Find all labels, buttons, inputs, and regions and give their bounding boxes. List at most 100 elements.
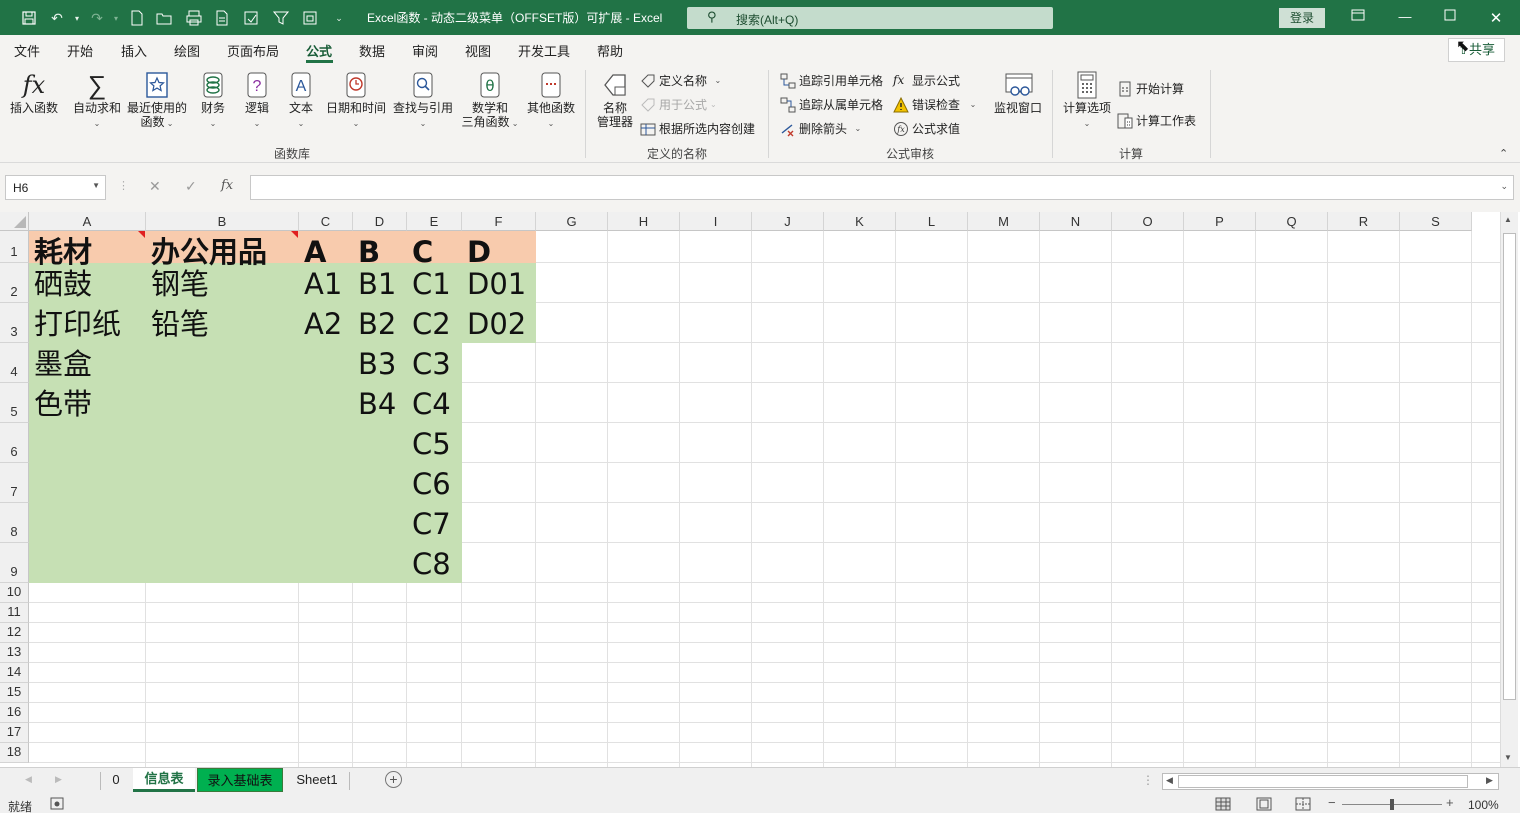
column-header-a[interactable]: A [29,212,146,231]
remove-arrows-button[interactable]: 删除箭头 ⌄ [780,120,861,137]
filter-icon[interactable] [272,9,290,27]
column-header-q[interactable]: Q [1256,212,1328,231]
horizontal-scroll-thumb[interactable] [1178,775,1468,788]
show-formulas-button[interactable]: fx 显示公式 [893,72,960,89]
tab-split-grip-icon[interactable]: ⋮ [1142,773,1154,787]
calculate-now-button[interactable]: 开始计算 [1117,80,1184,97]
scroll-up-icon[interactable]: ▲ [1504,215,1512,224]
cell-e9[interactable]: C8 [407,544,451,584]
zoom-out-icon[interactable]: − [1328,795,1336,810]
row-header-11[interactable]: 11 [0,603,29,623]
login-button[interactable]: 登录 [1279,8,1325,28]
column-header-r[interactable]: R [1328,212,1400,231]
name-manager-button[interactable]: 名称 管理器 [594,71,636,129]
zoom-in-icon[interactable]: + [1446,795,1454,810]
row-header-9[interactable]: 9 [0,543,29,583]
trace-dependents-button[interactable]: 追踪从属单元格 [780,96,883,113]
print-preview-icon[interactable] [185,9,203,27]
tab-data[interactable]: 数据 [359,41,385,60]
cell-c2[interactable]: A1 [299,264,342,304]
name-box-dropdown-icon[interactable]: ▼ [92,181,100,190]
cell-d3[interactable]: B2 [353,304,396,344]
math-trig-button[interactable]: θ 数学和 三角函数 ⌄ [459,71,521,131]
row-header-14[interactable]: 14 [0,663,29,683]
macro-record-icon[interactable] [50,797,64,813]
tab-help[interactable]: 帮助 [597,41,623,60]
trace-precedents-button[interactable]: 追踪引用单元格 [780,72,883,89]
search-box[interactable]: ⚲ 搜索(Alt+Q) [687,7,1053,29]
row-header-6[interactable]: 6 [0,423,29,463]
tab-file[interactable]: 文件 [14,41,40,60]
name-box[interactable]: H6 ▼ [5,175,106,200]
prev-sheet-icon[interactable]: ◀ [25,774,32,785]
cancel-entry-icon[interactable]: ✕ [149,178,161,195]
column-header-s[interactable]: S [1400,212,1472,231]
row-header-17[interactable]: 17 [0,723,29,743]
cell-c3[interactable]: A2 [299,304,342,344]
redo-icon[interactable]: ↷ [88,9,106,27]
customize-quick-access-icon[interactable]: ⌄ [330,9,348,27]
vertical-scrollbar[interactable]: ▲ ▼ [1500,212,1518,767]
cell-d4[interactable]: B3 [353,344,396,384]
tab-review[interactable]: 审阅 [412,41,438,60]
column-header-l[interactable]: L [896,212,968,231]
tab-formulas[interactable]: 公式 [306,41,332,60]
cell-a3[interactable]: 打印纸 [29,304,121,344]
row-header-18[interactable]: 18 [0,743,29,763]
insert-function-fx-button[interactable]: fx [221,178,233,193]
tab-page-layout[interactable]: 页面布局 [227,41,279,60]
row-header-3[interactable]: 3 [0,303,29,343]
undo-icon[interactable]: ↶ [48,9,66,27]
insert-function-button[interactable]: fx 插入函数 [8,71,60,115]
open-folder-icon[interactable] [155,9,173,27]
cell-a2[interactable]: 硒鼓 [29,264,92,304]
tab-developer[interactable]: 开发工具 [518,41,570,60]
row-header-2[interactable]: 2 [0,263,29,303]
row-header-8[interactable]: 8 [0,503,29,543]
page-break-view-icon[interactable] [1295,797,1311,814]
error-checking-button[interactable]: 错误检查 ⌄ [893,96,976,113]
formula-input[interactable]: ⌄ [250,175,1514,200]
tab-insert[interactable]: 插入 [121,41,147,60]
worksheet-grid[interactable]: ABCDEFGHIJKLMNOPQRS 1 2 3 4 5 6 7 8 9 10 11 12 13 14 1… [0,212,1520,767]
save-icon[interactable] [20,9,38,27]
vertical-scroll-thumb[interactable] [1503,233,1516,700]
row-header-15[interactable]: 15 [0,683,29,703]
cell-e8[interactable]: C7 [407,504,451,544]
sheet-tab-base[interactable]: 录入基础表 [197,768,283,792]
calculate-sheet-button[interactable]: 计算工作表 [1117,112,1196,129]
normal-view-icon[interactable] [1215,797,1231,814]
maximize-icon[interactable] [1441,9,1459,27]
financial-button[interactable]: 财务 ⌄ [194,71,232,131]
collapse-ribbon-icon[interactable]: ⌃ [1499,147,1508,160]
row-header-16[interactable]: 16 [0,703,29,723]
column-header-h[interactable]: H [608,212,680,231]
column-header-f[interactable]: F [462,212,536,231]
calculation-options-button[interactable]: 计算选项 ⌄ [1061,71,1113,131]
use-in-formula-button[interactable]: 用于公式 ⌄ [640,96,717,113]
cell-a4[interactable]: 墨盒 [29,344,92,384]
minimize-icon[interactable]: — [1396,9,1414,27]
cell-d5[interactable]: B4 [353,384,396,424]
lookup-button[interactable]: 查找与引用 ⌄ [392,71,454,131]
confirm-entry-icon[interactable]: ✓ [185,178,197,195]
recently-used-button[interactable]: 最近使用的 函数 ⌄ [125,71,189,131]
column-header-n[interactable]: N [1040,212,1112,231]
cell-b3[interactable]: 铅笔 [146,304,209,344]
column-header-k[interactable]: K [824,212,896,231]
define-name-button[interactable]: 定义名称 ⌄ [640,72,721,89]
cell-f3[interactable]: D02 [462,304,526,344]
horizontal-scrollbar[interactable]: ◀ ▶ [1162,773,1499,790]
sheet-tab-sheet1[interactable]: Sheet1 [286,768,348,792]
cell-a5[interactable]: 色带 [29,384,92,424]
column-header-o[interactable]: O [1112,212,1184,231]
cell-f2[interactable]: D01 [462,264,526,304]
expand-formula-bar-icon[interactable]: ⌄ [1500,181,1508,192]
datetime-button[interactable]: 日期和时间 ⌄ [325,71,387,131]
cell-b2[interactable]: 钢笔 [146,264,209,304]
watch-window-button[interactable]: 监视窗口 [992,71,1044,115]
next-sheet-icon[interactable]: ▶ [55,774,62,785]
print-icon[interactable] [213,9,231,27]
close-icon[interactable]: ✕ [1487,9,1505,27]
column-header-m[interactable]: M [968,212,1040,231]
